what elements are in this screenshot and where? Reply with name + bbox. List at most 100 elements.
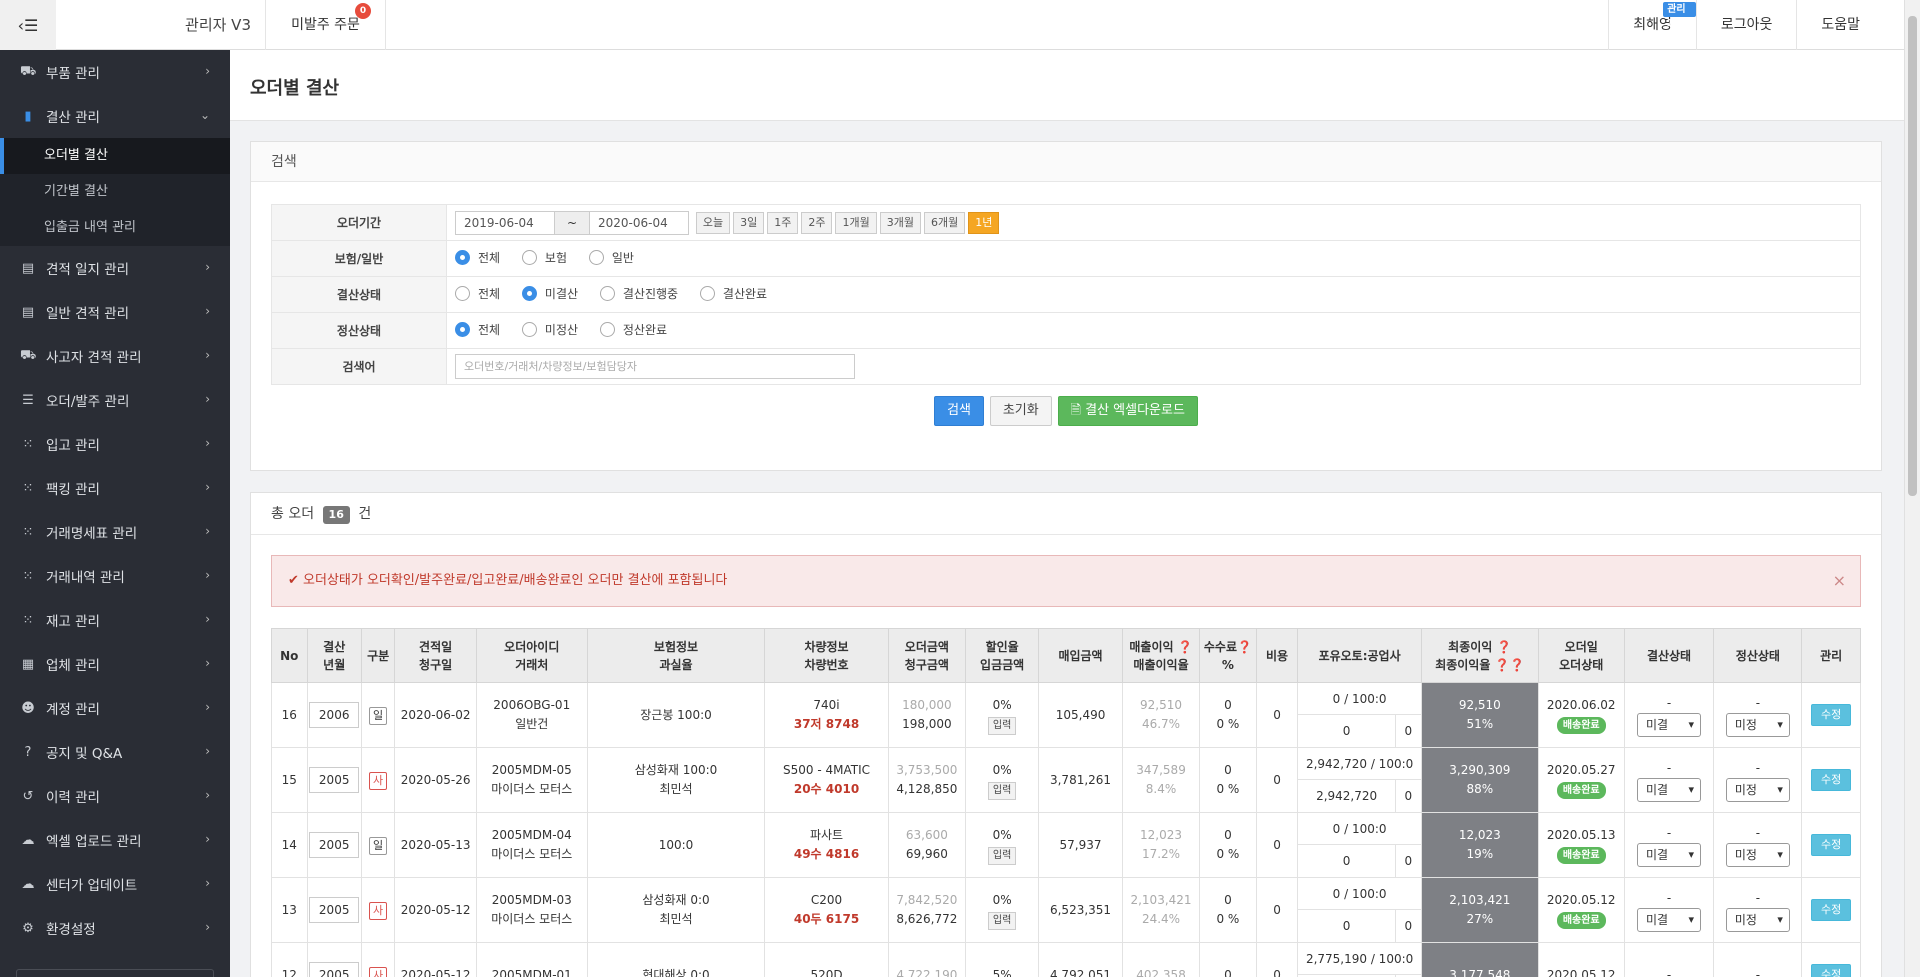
pay-done-radio[interactable]: 정산완료: [599, 321, 667, 338]
cell-pay: - 미정: [1713, 812, 1803, 878]
range-1y-button[interactable]: 1년: [968, 211, 1000, 234]
sidebar-item-transactions[interactable]: ⁙ 거래내역 관리 ›: [0, 554, 230, 598]
settle-done-radio[interactable]: 결산완료: [699, 285, 767, 302]
range-3m-button[interactable]: 3개월: [879, 211, 921, 234]
pay-status-select[interactable]: 미정: [1725, 777, 1790, 802]
range-2w-button[interactable]: 2주: [801, 211, 833, 234]
sidebar-subitem-order-settlement[interactable]: 오더별 결산: [0, 138, 230, 174]
sidebar-item-parts[interactable]: ⛟ 부품 관리 ›: [0, 50, 230, 94]
range-1w-button[interactable]: 1주: [767, 211, 799, 234]
cell-ym: 2005: [306, 942, 362, 977]
search-button[interactable]: 검색: [934, 396, 984, 426]
date-from-input[interactable]: 2019-06-04: [455, 210, 555, 235]
chevron-right-icon: ›: [205, 920, 210, 934]
car-icon: ⛟: [20, 63, 37, 79]
chevron-right-icon: ›: [205, 480, 210, 494]
settle-unsettled-radio[interactable]: 미결산: [521, 285, 578, 302]
settle-all-radio[interactable]: 전체: [455, 285, 500, 302]
column-header-line1: 관리: [1820, 648, 1843, 663]
sidebar-subitem-period-settlement[interactable]: 기간별 결산: [0, 174, 230, 210]
sidebar-item-notice[interactable]: ? 공지 및 Q&A ›: [0, 730, 230, 774]
logout-link[interactable]: 로그아웃: [1695, 0, 1797, 50]
edit-button[interactable]: 수정: [1811, 704, 1852, 726]
split-value-a[interactable]: 0: [1298, 845, 1394, 877]
close-icon[interactable]: ×: [1833, 556, 1846, 606]
insurance-general-radio[interactable]: 일반: [588, 249, 634, 266]
split-value-b[interactable]: 0: [1394, 715, 1421, 747]
sidebar-item-inbound[interactable]: ⁙ 입고 관리 ›: [0, 422, 230, 466]
unordered-orders-link[interactable]: 미발주 주문 0: [266, 0, 386, 50]
edit-button[interactable]: 수정: [1811, 899, 1852, 921]
settle-status-select[interactable]: 미결: [1637, 712, 1702, 737]
split-value-b[interactable]: 0: [1394, 780, 1421, 812]
estimate-date: 2020-05-12: [400, 967, 471, 977]
sidebar-item-label: 재고 관리: [46, 614, 100, 630]
column-header: 보험정보 과실율: [586, 628, 766, 683]
scrollbar-thumb[interactable]: [1908, 16, 1917, 496]
sidebar-item-invoice[interactable]: ⁙ 거래명세표 관리 ›: [0, 510, 230, 554]
edit-button[interactable]: 수정: [1811, 769, 1852, 791]
deposit-input-button[interactable]: 입력: [987, 911, 1017, 930]
column-header-line1: 오더일: [1564, 639, 1598, 654]
sidebar-item-orders[interactable]: ☰ 오더/발주 관리 ›: [0, 378, 230, 422]
brand-title[interactable]: 관리자 V3: [56, 0, 266, 50]
date-to-input[interactable]: 2020-06-04: [589, 210, 689, 235]
sidebar-item-history[interactable]: ↺ 이력 관리 ›: [0, 774, 230, 818]
split-value-a[interactable]: 0: [1298, 715, 1394, 747]
settle-month-input[interactable]: 2005: [309, 767, 360, 793]
sidebar-toggle-icon[interactable]: ‹☰: [0, 0, 56, 50]
excel-download-button[interactable]: 🗎 결산 엑셀다운로드: [1057, 396, 1198, 426]
settle-month-input[interactable]: 2006: [309, 702, 360, 728]
settle-status-select[interactable]: 미결: [1637, 842, 1702, 867]
split-value-a[interactable]: 2,942,720: [1298, 780, 1394, 812]
settle-month-input[interactable]: 2005: [309, 897, 360, 923]
sidebar-item-settings[interactable]: ⚙ 환경설정 ›: [0, 906, 230, 950]
sidebar-item-excel-upload[interactable]: ☁ 엑셀 업로드 관리 ›: [0, 818, 230, 862]
sidebar-item-accident-estimate[interactable]: ⛟ 사고자 견적 관리 ›: [0, 334, 230, 378]
insurance-ins-radio[interactable]: 보험: [521, 249, 567, 266]
deposit-input-button[interactable]: 입력: [987, 846, 1017, 865]
page-scrollbar[interactable]: [1904, 0, 1920, 977]
sidebar-item-estimate-log[interactable]: ▤ 견적 일지 관리 ›: [0, 246, 230, 290]
settle-month-input[interactable]: 2005: [309, 832, 360, 858]
split-value-b[interactable]: 0: [1394, 910, 1421, 942]
keyword-input[interactable]: 오더번호/거래처/차량정보/보험담당자: [455, 354, 855, 379]
order-date: 2020.06.02: [1546, 698, 1616, 712]
pay-status-select[interactable]: 미정: [1725, 907, 1790, 932]
range-3d-button[interactable]: 3일: [733, 211, 765, 234]
insurance-all-radio[interactable]: 전체: [455, 249, 500, 266]
sidebar-item-vendors[interactable]: ▦ 업체 관리 ›: [0, 642, 230, 686]
split-value-a[interactable]: 0: [1298, 910, 1394, 942]
user-menu[interactable]: 최해영 관리자: [1608, 0, 1696, 50]
sidebar-item-stock[interactable]: ⁙ 재고 관리 ›: [0, 598, 230, 642]
sidebar-item-center-price[interactable]: ☁ 센터가 업데이트 ›: [0, 862, 230, 906]
range-6m-button[interactable]: 6개월: [923, 211, 966, 234]
settle-status-select[interactable]: 미결: [1637, 907, 1702, 932]
split-value-b[interactable]: 0: [1394, 845, 1421, 877]
pay-unpaid-radio[interactable]: 미정산: [521, 321, 578, 338]
deposit-input-button[interactable]: 입력: [987, 716, 1017, 735]
sidebar-item-accounts[interactable]: ☻ 계정 관리 ›: [0, 686, 230, 730]
help-link[interactable]: 도움말: [1796, 0, 1904, 50]
settle-dash: -: [1666, 695, 1672, 710]
unordered-orders-label: 미발주 주문: [291, 17, 360, 33]
sidebar-item-general-estimate[interactable]: ▤ 일반 견적 관리 ›: [0, 290, 230, 334]
pay-status-select[interactable]: 미정: [1725, 842, 1790, 867]
cell-buy: 3,781,261: [1038, 747, 1123, 813]
settle-status-select[interactable]: 미결: [1637, 777, 1702, 802]
sidebar-subitem-cashflow[interactable]: 입출금 내역 관리: [0, 210, 230, 246]
edit-button[interactable]: 수정: [1811, 964, 1852, 977]
reset-button[interactable]: 초기화: [989, 396, 1052, 426]
fee: 0: [1224, 698, 1232, 712]
pay-status-select[interactable]: 미정: [1725, 712, 1790, 737]
pay-all-radio[interactable]: 전체: [455, 321, 500, 338]
range-1m-button[interactable]: 1개월: [835, 211, 877, 234]
sidebar-item-packing[interactable]: ⁙ 팩킹 관리 ›: [0, 466, 230, 510]
edit-button[interactable]: 수정: [1811, 834, 1852, 856]
radio-icon: [588, 250, 604, 265]
settle-month-input[interactable]: 2005: [309, 962, 360, 977]
settle-progress-radio[interactable]: 결산진행중: [599, 285, 678, 302]
range-today-button[interactable]: 오늘: [695, 211, 731, 234]
sidebar-item-settlement[interactable]: ▮ 결산 관리 ⌄: [0, 94, 230, 138]
deposit-input-button[interactable]: 입력: [987, 781, 1017, 800]
